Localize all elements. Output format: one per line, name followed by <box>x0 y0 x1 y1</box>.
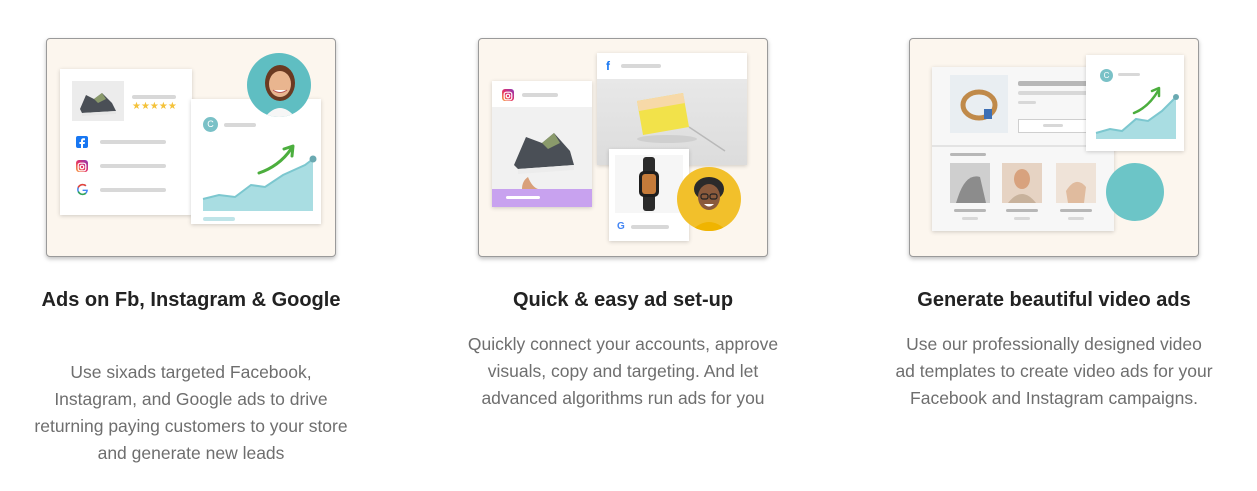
setup-illustration: f G <box>478 38 768 257</box>
watch-photo <box>615 155 683 213</box>
thumb-price-3 <box>1068 217 1084 220</box>
feature-description: Quickly connect your accounts, approve v… <box>467 334 779 408</box>
instagram-handle-bar <box>522 93 558 97</box>
growth-chart <box>202 144 317 211</box>
thumb-price-1 <box>962 217 978 220</box>
template-title-bar <box>1018 81 1088 86</box>
customer-avatar <box>247 53 311 117</box>
feature-description: Use our professionally designed video ad… <box>895 334 1213 408</box>
cta-text-bar <box>506 196 540 199</box>
thumb-caption-3 <box>1060 209 1092 212</box>
product-name-bar <box>132 95 176 99</box>
feature-title: Quick & easy ad set-up <box>512 289 734 311</box>
video-ads-illustration: C <box>909 38 1199 257</box>
google-icon: G <box>617 221 625 232</box>
growth-chart-panel: C <box>191 99 321 224</box>
account-name-bar <box>224 123 256 127</box>
template-price-bar <box>1018 101 1036 104</box>
thumb-caption-2 <box>1006 209 1038 212</box>
google-row-bar <box>100 188 166 192</box>
multichannel-illustration: ★★★★★ C <box>46 38 336 257</box>
chart-caption-bar <box>203 217 235 221</box>
jewelry-photo <box>950 75 1008 133</box>
facebook-icon: f <box>606 59 610 73</box>
play-video-circle <box>1106 163 1164 221</box>
thumb-photo-2 <box>1002 163 1042 203</box>
template-subtitle-bar <box>1018 91 1088 95</box>
account-name-bar <box>1118 73 1140 76</box>
feature-title: Generate beautiful video ads <box>917 289 1191 311</box>
instagram-row-bar <box>100 164 166 168</box>
thumb-price-2 <box>1014 217 1030 220</box>
template-button-text-bar <box>1043 124 1063 127</box>
sneaker-photo <box>492 107 592 189</box>
instagram-icon <box>76 160 88 172</box>
feature-description: Use sixads targeted Facebook, Instagram,… <box>34 362 348 463</box>
feature-title: Ads on Fb, Instagram & Google <box>41 289 341 311</box>
instagram-icon <box>502 89 514 101</box>
instagram-ad-card <box>492 81 592 207</box>
thumb-photo-3 <box>1056 163 1096 203</box>
facebook-row-bar <box>100 140 166 144</box>
sneaker-photo <box>72 81 124 121</box>
instagram-cta-bar <box>492 189 592 207</box>
rating-stars: ★★★★★ <box>132 101 177 112</box>
performance-chart <box>1095 86 1179 139</box>
thumb-caption-1 <box>954 209 986 212</box>
product-ad-panel: ★★★★★ <box>60 69 192 215</box>
template-button-outline <box>1018 119 1088 133</box>
facebook-icon <box>76 136 88 149</box>
section-label-bar <box>950 153 986 156</box>
facebook-page-bar <box>621 64 661 68</box>
google-ad-bar <box>631 225 669 229</box>
performance-chart-panel: C <box>1086 55 1184 151</box>
thumb-photo-1 <box>950 163 990 203</box>
customer-avatar <box>677 167 741 231</box>
google-icon <box>76 183 89 196</box>
